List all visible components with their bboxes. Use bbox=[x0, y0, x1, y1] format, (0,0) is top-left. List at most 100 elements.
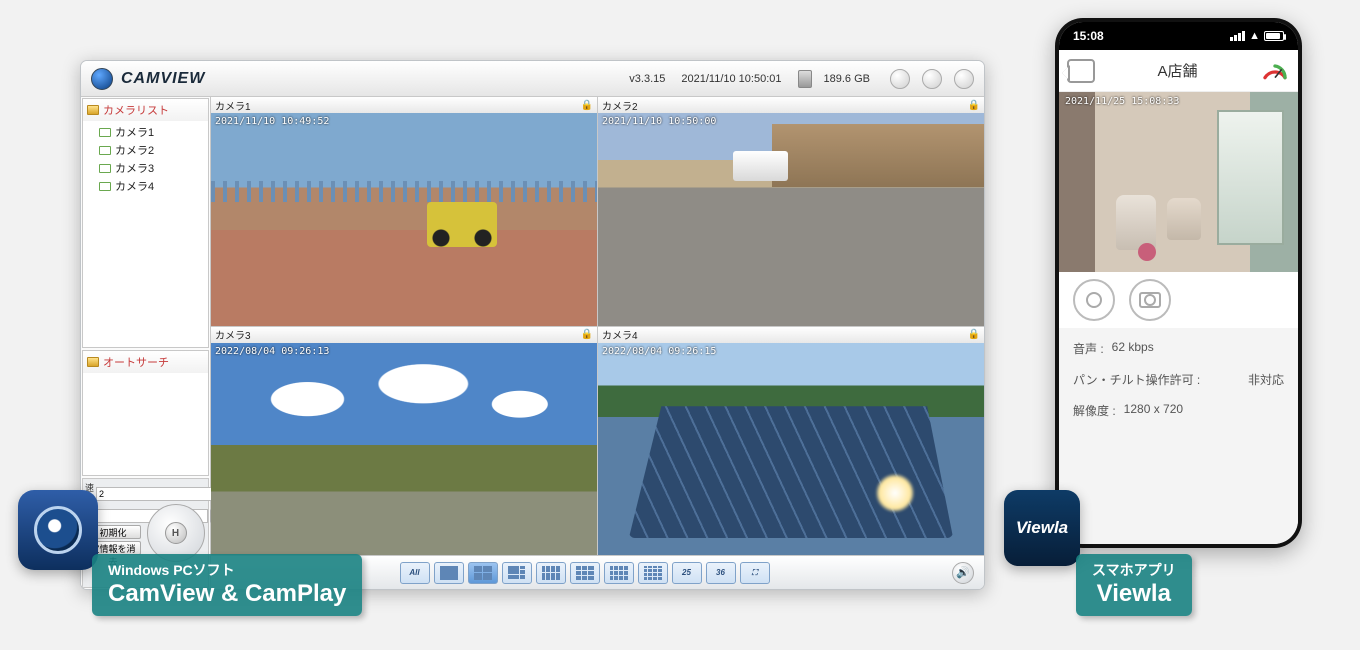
camera-label: カメラ1 bbox=[115, 124, 154, 140]
camview-storage: 189.6 GB bbox=[824, 73, 870, 85]
feed-timestamp: 2021/11/10 10:50:00 bbox=[602, 116, 716, 127]
info-row-pantilt: パン・チルト操作許可 : 非対応 bbox=[1073, 371, 1284, 388]
folder-icon bbox=[87, 105, 99, 115]
pantilt-label: パン・チルト操作許可 : bbox=[1073, 371, 1200, 388]
layout-36-button[interactable]: 36 bbox=[706, 562, 736, 584]
camera-label: カメラ3 bbox=[115, 160, 154, 176]
camview-datetime: 2021/11/10 10:50:01 bbox=[681, 73, 781, 85]
video-grid: カメラ1 🔒 2021/11/10 10:49:52 カメラ2🔒 2021/11/… bbox=[211, 97, 984, 555]
pantilt-value: 非対応 bbox=[1248, 371, 1284, 388]
camera-icon bbox=[99, 128, 111, 137]
minimize-button[interactable] bbox=[922, 69, 942, 89]
phone-screen: 15:08 ▲ A店舗 2021/11/25 15:08:33 音声 bbox=[1059, 22, 1298, 544]
camera-list-header[interactable]: カメラリスト bbox=[83, 99, 208, 121]
viewla-badge-text: Viewla bbox=[1016, 518, 1068, 538]
layout-12-button[interactable] bbox=[604, 562, 634, 584]
video-cell[interactable]: カメラ1 🔒 2021/11/10 10:49:52 bbox=[211, 97, 597, 326]
phone-action-bar bbox=[1059, 272, 1298, 328]
phone-page-title: A店舗 bbox=[1103, 60, 1252, 81]
camera-tree: カメラ1 カメラ2 カメラ3 カメラ4 bbox=[83, 121, 208, 199]
layout-25-button[interactable]: 25 bbox=[672, 562, 702, 584]
video-feed: 2021/11/10 10:50:00 bbox=[598, 113, 984, 326]
power-button[interactable] bbox=[954, 69, 974, 89]
phone-feed-timestamp: 2021/11/25 15:08:33 bbox=[1065, 96, 1179, 107]
feed-timestamp: 2022/08/04 09:26:13 bbox=[215, 346, 329, 357]
camera-icon bbox=[99, 146, 111, 155]
feed-timestamp: 2022/08/04 09:26:15 bbox=[602, 346, 716, 357]
viewla-app-icon: Viewla bbox=[1004, 490, 1080, 566]
caption-line1: スマホアプリ bbox=[1092, 560, 1176, 580]
info-row-audio: 音声 : 62 kbps bbox=[1073, 340, 1284, 357]
camera-list-panel: カメラリスト カメラ1 カメラ2 カメラ3 カメラ4 bbox=[82, 98, 209, 348]
cell-label: カメラ3 bbox=[215, 327, 251, 342]
camview-window: CAMVIEW v3.3.15 2021/11/10 10:50:01 189.… bbox=[80, 60, 985, 590]
camview-version: v3.3.15 bbox=[629, 73, 665, 85]
audio-value: 62 kbps bbox=[1112, 340, 1154, 357]
caption-line2: CamView & CamPlay bbox=[108, 580, 346, 608]
folder-icon bbox=[87, 357, 99, 367]
phone-nav-header: A店舗 bbox=[1059, 50, 1298, 92]
layout-8-button[interactable] bbox=[536, 562, 566, 584]
fullscreen-button[interactable]: ⛶ bbox=[740, 562, 770, 584]
layout-all-button[interactable]: All bbox=[400, 562, 430, 584]
camera-tree-item[interactable]: カメラ3 bbox=[99, 159, 204, 177]
auto-search-header[interactable]: オートサーチ bbox=[83, 351, 208, 373]
camera-icon bbox=[99, 182, 111, 191]
info-row-resolution: 解像度 : 1280 x 720 bbox=[1073, 402, 1284, 419]
ptz-home-button[interactable]: H bbox=[165, 522, 187, 544]
layout-4-button[interactable] bbox=[468, 562, 498, 584]
feed-timestamp: 2021/11/10 10:49:52 bbox=[215, 116, 329, 127]
video-feed: 2022/08/04 09:26:13 bbox=[211, 343, 597, 556]
cell-label: カメラ4 bbox=[602, 327, 638, 342]
video-cell[interactable]: カメラ2🔒 2021/11/10 10:50:00 bbox=[598, 97, 984, 326]
layout-1-button[interactable] bbox=[434, 562, 464, 584]
cell-label: カメラ1 bbox=[215, 98, 251, 113]
record-button[interactable] bbox=[1073, 279, 1115, 321]
video-cell[interactable]: カメラ4🔒 2022/08/04 09:26:15 bbox=[598, 327, 984, 556]
camera-tree-item[interactable]: カメラ1 bbox=[99, 123, 204, 141]
status-clock: 15:08 bbox=[1073, 29, 1104, 43]
signal-icon bbox=[1230, 31, 1245, 41]
camview-titlebar: CAMVIEW v3.3.15 2021/11/10 10:50:01 189.… bbox=[81, 61, 984, 97]
camera-tree-item[interactable]: カメラ2 bbox=[99, 141, 204, 159]
camview-logo-icon bbox=[91, 68, 113, 90]
bandwidth-gauge-icon bbox=[1260, 56, 1290, 86]
speaker-button[interactable]: 🔊 bbox=[952, 562, 974, 584]
back-button[interactable] bbox=[1067, 59, 1095, 83]
battery-icon bbox=[1264, 31, 1284, 41]
camera-label: カメラ2 bbox=[115, 142, 154, 158]
camera-icon bbox=[99, 164, 111, 173]
settings-button[interactable] bbox=[890, 69, 910, 89]
phone-info-panel: 音声 : 62 kbps パン・チルト操作許可 : 非対応 解像度 : 1280… bbox=[1059, 328, 1298, 544]
storage-icon bbox=[798, 70, 812, 88]
camera-icon bbox=[1139, 292, 1161, 308]
resolution-value: 1280 x 720 bbox=[1124, 402, 1183, 419]
wifi-icon: ▲ bbox=[1249, 30, 1260, 42]
camview-app-title: CAMVIEW bbox=[121, 70, 205, 88]
camview-sidebar: カメラリスト カメラ1 カメラ2 カメラ3 カメラ4 オートサーチ bbox=[81, 97, 211, 589]
camview-main: カメラ1 🔒 2021/11/10 10:49:52 カメラ2🔒 2021/11/… bbox=[211, 97, 984, 589]
layout-16-button[interactable] bbox=[638, 562, 668, 584]
camera-list-title: カメラリスト bbox=[103, 102, 169, 118]
lock-icon: 🔒 bbox=[581, 100, 593, 111]
video-feed: 2022/08/04 09:26:15 bbox=[598, 343, 984, 556]
camera-tree-item[interactable]: カメラ4 bbox=[99, 177, 204, 195]
viewla-caption: スマホアプリ Viewla bbox=[1076, 554, 1192, 616]
video-cell[interactable]: カメラ3🔒 2022/08/04 09:26:13 bbox=[211, 327, 597, 556]
caption-line1: Windows PCソフト bbox=[108, 560, 346, 580]
phone-device: 15:08 ▲ A店舗 2021/11/25 15:08:33 音声 bbox=[1055, 18, 1302, 548]
auto-search-panel: オートサーチ bbox=[82, 350, 209, 476]
auto-search-title: オートサーチ bbox=[103, 354, 169, 370]
camera-label: カメラ4 bbox=[115, 178, 154, 194]
record-icon bbox=[1086, 292, 1102, 308]
resolution-label: 解像度 : bbox=[1073, 402, 1116, 419]
audio-label: 音声 : bbox=[1073, 340, 1104, 357]
phone-video-feed[interactable]: 2021/11/25 15:08:33 bbox=[1059, 92, 1298, 272]
layout-9-button[interactable] bbox=[570, 562, 600, 584]
video-feed: 2021/11/10 10:49:52 bbox=[211, 113, 597, 326]
snapshot-button[interactable] bbox=[1129, 279, 1171, 321]
camview-app-icon bbox=[18, 490, 98, 570]
layout-6-button[interactable] bbox=[502, 562, 532, 584]
camview-caption: Windows PCソフト CamView & CamPlay bbox=[92, 554, 362, 616]
phone-status-bar: 15:08 ▲ bbox=[1059, 22, 1298, 50]
